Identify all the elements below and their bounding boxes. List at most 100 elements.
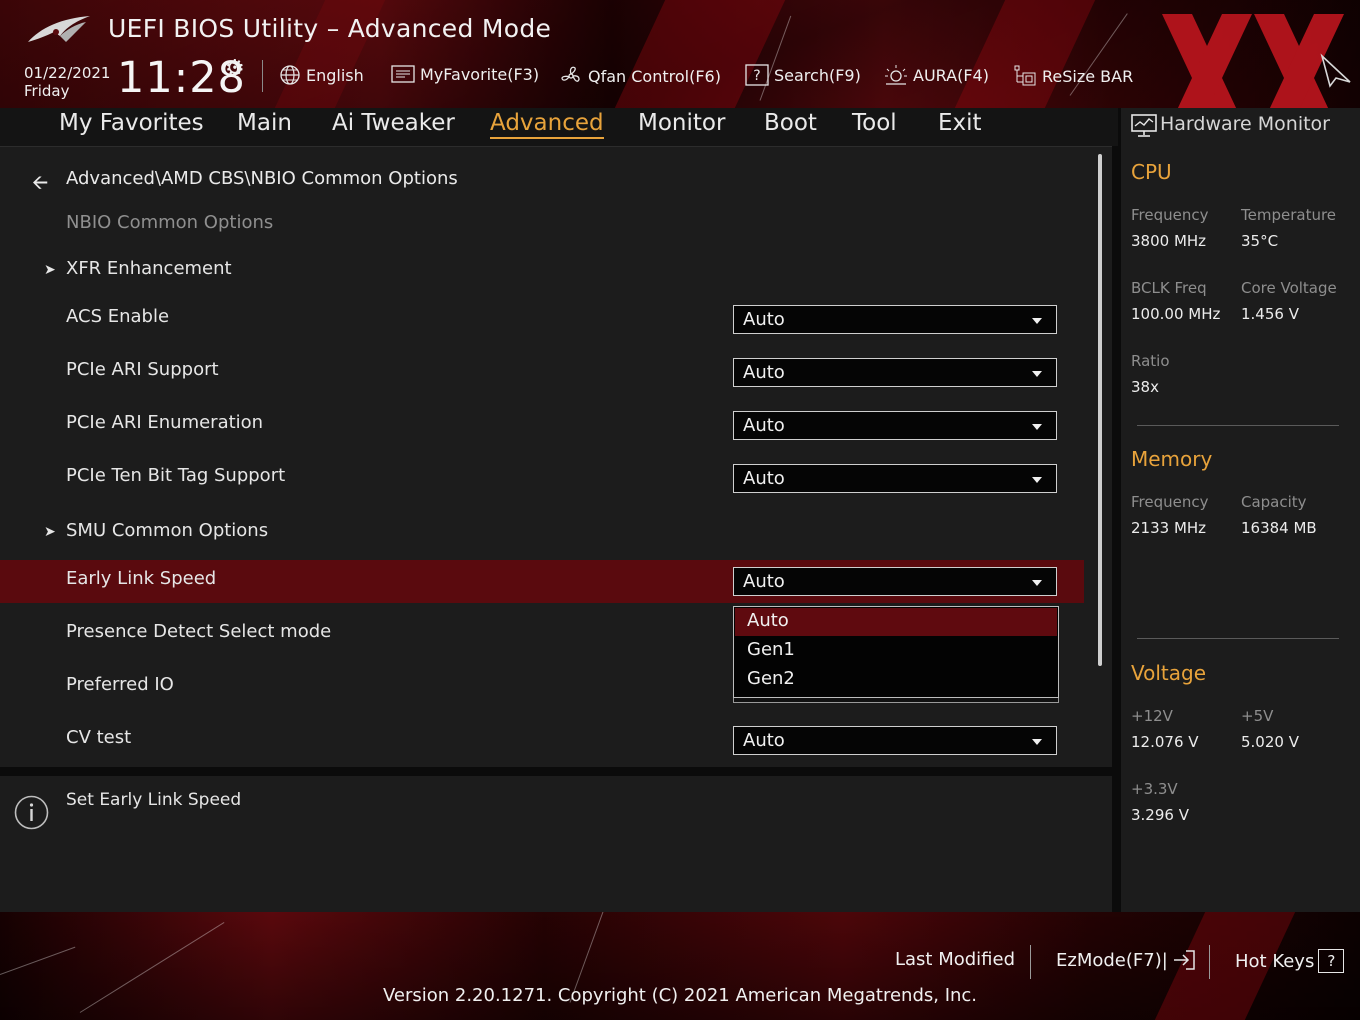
resize-bar-button[interactable]: ReSize BAR — [1013, 64, 1133, 88]
qfan-control-button[interactable]: Qfan Control(F6) — [559, 64, 721, 88]
memory-frequency-label: Frequency — [1131, 493, 1209, 511]
aura-label: AURA(F4) — [913, 65, 989, 85]
ratio-value: 38x — [1131, 378, 1159, 396]
fan-icon — [561, 66, 580, 82]
item-presence-detect-label: Presence Detect Select mode — [66, 621, 332, 642]
version-copyright: Version 2.20.1271. Copyright (C) 2021 Am… — [382, 985, 978, 1006]
dropdown-caret-icon — [1032, 739, 1042, 745]
dropdown-caret-icon — [1032, 477, 1042, 483]
v33-label: +3.3V — [1131, 780, 1178, 798]
item-pcie-ten-bit-tag-label: PCIe Ten Bit Tag Support — [66, 465, 286, 486]
help-question-icon: ? — [1318, 949, 1345, 973]
option-gen2[interactable]: Gen2 — [735, 666, 1057, 694]
dropdown-caret-icon — [1032, 371, 1042, 377]
cpu-frequency-value: 3800 MHz — [1131, 232, 1207, 250]
qfan-label: Qfan Control(F6) — [588, 66, 721, 86]
memory-capacity-label: Capacity — [1241, 493, 1307, 511]
mouse-pointer-icon — [1320, 53, 1351, 88]
cpu-heading: CPU — [1131, 160, 1172, 184]
dropdown-caret-icon — [1032, 580, 1042, 586]
v5-value: 5.020 V — [1241, 733, 1299, 751]
tab-my-favorites[interactable]: My Favorites — [59, 110, 204, 136]
item-smu-common-options[interactable]: SMU Common Options — [66, 520, 268, 541]
aura-icon — [885, 65, 907, 85]
pcie-ari-support-value: Auto — [743, 362, 785, 383]
day: Friday — [24, 82, 70, 100]
ezmode-button[interactable]: EzMode(F7)| — [1056, 949, 1196, 971]
v5-label: +5V — [1241, 707, 1274, 725]
memory-frequency-value: 2133 MHz — [1131, 519, 1207, 537]
settings-scrollbar[interactable] — [1098, 154, 1102, 666]
submenu-chevron-icon: ➤ — [44, 262, 56, 278]
language-button[interactable]: English — [279, 64, 364, 86]
back-arrow-icon[interactable]: 🡨 — [32, 168, 48, 202]
tab-exit[interactable]: Exit — [938, 110, 982, 136]
pcie-ari-enumeration-value: Auto — [743, 415, 785, 436]
bclk-value: 100.00 MHz — [1131, 305, 1221, 323]
submenu-chevron-icon: ➤ — [44, 524, 56, 540]
section-title: NBIO Common Options — [66, 212, 274, 233]
last-modified-button[interactable]: Last Modified — [895, 949, 1015, 970]
early-link-speed-dropdown[interactable]: Auto — [733, 567, 1057, 596]
core-voltage-value: 1.456 V — [1241, 305, 1299, 323]
item-cv-test-label: CV test — [66, 727, 132, 748]
item-acs-enable-label: ACS Enable — [66, 306, 170, 327]
pcie-ari-support-dropdown[interactable]: Auto — [733, 358, 1057, 387]
pcie-ten-bit-tag-dropdown[interactable]: Auto — [733, 464, 1057, 493]
myfavorite-button[interactable]: MyFavorite(F3) — [391, 64, 539, 84]
item-xfr-enhancement[interactable]: XFR Enhancement — [66, 258, 232, 279]
tab-main[interactable]: Main — [237, 110, 292, 136]
v33-value: 3.296 V — [1131, 806, 1189, 824]
tab-advanced[interactable]: Advanced — [490, 110, 604, 139]
item-pcie-ari-enumeration-label: PCIe ARI Enumeration — [66, 412, 264, 433]
globe-icon — [280, 65, 300, 85]
ratio-label: Ratio — [1131, 352, 1170, 370]
tab-boot[interactable]: Boot — [764, 110, 817, 136]
hw-divider — [1137, 638, 1339, 639]
resize-bar-label: ReSize BAR — [1042, 66, 1134, 86]
acs-enable-value: Auto — [743, 309, 785, 330]
resize-bar-icon — [1014, 65, 1036, 86]
bclk-label: BCLK Freq — [1131, 279, 1207, 297]
header-divider — [262, 60, 263, 92]
info-icon — [14, 795, 49, 830]
pcie-ten-bit-tag-value: Auto — [743, 468, 785, 489]
help-text: Set Early Link Speed — [66, 790, 242, 810]
option-gen1[interactable]: Gen1 — [735, 637, 1057, 665]
early-link-speed-value: Auto — [743, 571, 785, 592]
pcie-ari-enumeration-dropdown[interactable]: Auto — [733, 411, 1057, 440]
option-auto[interactable]: Auto — [735, 608, 1057, 636]
favorite-icon — [391, 65, 415, 83]
tab-monitor[interactable]: Monitor — [638, 110, 725, 136]
monitor-icon — [1131, 114, 1157, 137]
cpu-temperature-label: Temperature — [1241, 206, 1337, 224]
v12-value: 12.076 V — [1131, 733, 1199, 751]
item-pcie-ari-support-label: PCIe ARI Support — [66, 359, 219, 380]
acs-enable-dropdown[interactable]: Auto — [733, 305, 1057, 334]
search-label: Search(F9) — [774, 65, 861, 85]
hot-keys-label: Hot Keys — [1235, 950, 1315, 972]
exit-arrow-icon — [1173, 950, 1195, 970]
voltage-heading: Voltage — [1131, 661, 1207, 685]
cv-test-value: Auto — [743, 730, 785, 751]
cpu-frequency-label: Frequency — [1131, 206, 1209, 224]
item-preferred-io-label: Preferred IO — [66, 674, 174, 695]
search-button[interactable]: ? Search(F9) — [745, 64, 861, 86]
cv-test-dropdown[interactable]: Auto — [733, 726, 1057, 755]
myfavorite-label: MyFavorite(F3) — [420, 64, 540, 84]
dropdown-caret-icon — [1032, 318, 1042, 324]
aura-button[interactable]: AURA(F4) — [884, 64, 989, 86]
tab-tool[interactable]: Tool — [852, 110, 897, 136]
item-early-link-speed-label: Early Link Speed — [66, 568, 217, 589]
cpu-temperature-value: 35°C — [1241, 232, 1279, 250]
memory-capacity-value: 16384 MB — [1241, 519, 1317, 537]
help-search-icon: ? — [745, 64, 769, 86]
breadcrumb: Advanced\AMD CBS\NBIO Common Options — [66, 168, 458, 189]
hot-keys-button[interactable]: Hot Keys ? — [1235, 949, 1345, 973]
clock-settings-gear-icon[interactable]: ⚙ — [225, 56, 245, 81]
tab-ai-tweaker[interactable]: Ai Tweaker — [332, 110, 455, 136]
footer-divider — [1030, 945, 1031, 979]
dropdown-caret-icon — [1032, 424, 1042, 430]
svg-text:?: ? — [753, 68, 760, 84]
ezmode-label: EzMode(F7)| — [1056, 949, 1168, 971]
